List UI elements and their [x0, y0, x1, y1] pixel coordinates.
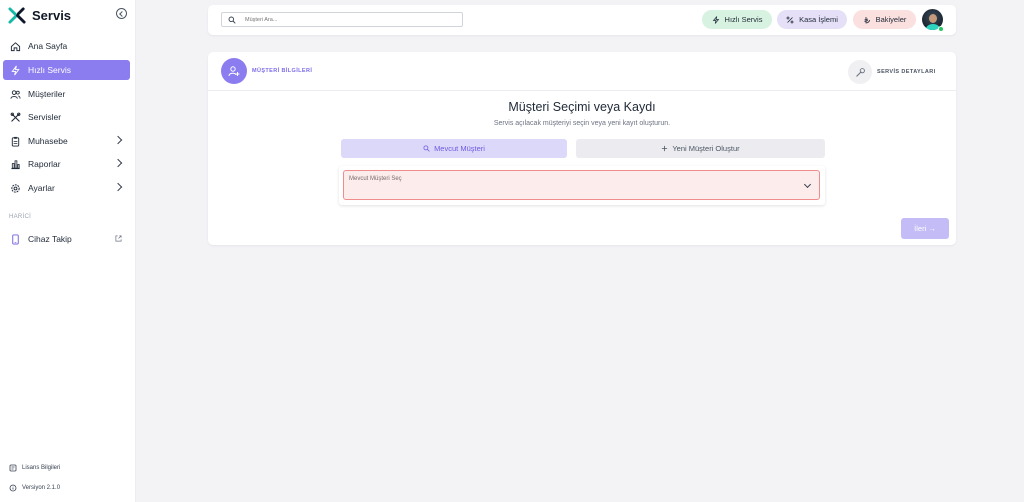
cash-operation-label: Kasa İşlemi: [799, 15, 838, 24]
cash-operation-button[interactable]: Kasa İşlemi: [777, 10, 847, 29]
search-box[interactable]: [221, 12, 463, 27]
customer-select-container: Mevcut Müşteri Seç: [339, 166, 825, 205]
step-service-circle[interactable]: [848, 60, 872, 84]
page-subtitle: Servis açılacak müşteriyi seçin veya yen…: [493, 120, 671, 127]
chevron-down-icon: [803, 180, 812, 189]
tab-new-label: Yeni Müşteri Oluştur: [672, 144, 740, 153]
sidebar-item-cihaz-takip[interactable]: Cihaz Takip: [3, 229, 130, 249]
license-info-link[interactable]: Lisans Bilgileri: [9, 464, 60, 472]
topbar: Hızlı Servis Kasa İşlemi Bakiyeler: [208, 5, 956, 35]
next-button[interactable]: İleri →: [901, 218, 949, 239]
wizard-steps: MÜŞTERİ BİLGİLERİ SERVİS DETAYLARI: [208, 52, 956, 91]
lightning-icon: [712, 15, 719, 24]
customer-select[interactable]: Mevcut Müşteri Seç: [343, 170, 820, 200]
plus-icon: [662, 145, 668, 152]
sidebar-item-raporlar[interactable]: Raporlar: [3, 154, 130, 174]
step-service-label: SERVİS DETAYLARI: [877, 69, 936, 75]
step-customer-circle[interactable]: [221, 58, 247, 84]
version-info: Versiyon 2.1.0: [9, 484, 60, 492]
sidebar-item-muhasebe[interactable]: Muhasebe: [3, 131, 130, 151]
external-link-icon: [115, 235, 122, 242]
lightning-icon: [11, 65, 20, 75]
balances-label: Bakiyeler: [875, 15, 907, 24]
service-wizard-card: MÜŞTERİ BİLGİLERİ SERVİS DETAYLARI Müşte…: [208, 52, 956, 245]
section-label-harici: HARİCİ: [9, 214, 32, 220]
sidebar-item-musteriler[interactable]: Müşteriler: [3, 84, 130, 104]
search-icon: [423, 145, 430, 152]
online-status-dot: [938, 26, 944, 32]
tools-icon: [10, 112, 21, 122]
user-plus-icon: [228, 66, 240, 77]
tab-existing-label: Mevcut Müşteri: [434, 144, 485, 153]
info-icon: [9, 484, 17, 492]
chevron-right-icon: [113, 158, 123, 168]
sidebar-item-label: Raporlar: [28, 159, 61, 169]
brand[interactable]: Servis: [8, 4, 71, 26]
quick-service-button[interactable]: Hızlı Servis: [702, 10, 772, 29]
lira-icon: [863, 16, 870, 23]
sidebar-item-label: Cihaz Takip: [28, 234, 72, 244]
balances-button[interactable]: Bakiyeler: [853, 10, 916, 29]
sidebar-item-label: Servisler: [28, 112, 62, 122]
sidebar-item-label: Muhasebe: [28, 136, 68, 146]
sidebar-item-servisler[interactable]: Servisler: [3, 107, 130, 127]
license-info-label: Lisans Bilgileri: [22, 465, 61, 471]
brand-name: Servis: [32, 7, 72, 23]
home-icon: [10, 41, 21, 51]
version-label: Versiyon 2.1.0: [22, 485, 61, 491]
sidebar-item-ayarlar[interactable]: Ayarlar: [3, 178, 130, 198]
chevron-right-icon: [113, 135, 123, 145]
percent-icon: [786, 16, 794, 23]
users-icon: [10, 89, 21, 99]
step-customer-label: MÜŞTERİ BİLGİLERİ: [252, 68, 313, 74]
phone-icon: [12, 233, 19, 245]
sidebar-item-label: Müşteriler: [28, 89, 66, 99]
license-icon: [9, 464, 17, 472]
sidebar-item-label: Hızlı Servis: [28, 65, 71, 75]
sidebar-item-hizli-servis[interactable]: Hızlı Servis: [3, 60, 130, 80]
wrench-icon: [855, 67, 865, 77]
tab-existing-customer[interactable]: Mevcut Müşteri: [341, 139, 567, 158]
collapse-sidebar-icon[interactable]: [116, 8, 127, 19]
gear-icon: [11, 183, 20, 193]
sidebar-item-ana-sayfa[interactable]: Ana Sayfa: [3, 36, 130, 56]
page-title: Müşteri Seçimi veya Kaydı: [508, 100, 656, 114]
sidebar-item-label: Ana Sayfa: [28, 41, 68, 51]
clipboard-icon: [11, 136, 20, 147]
sidebar-item-label: Ayarlar: [28, 183, 55, 193]
chevron-right-icon: [113, 182, 123, 192]
sidebar: Servis Ana Sayfa Hızlı Servis Müşteriler…: [0, 0, 136, 502]
customer-select-placeholder: Mevcut Müşteri Seç: [349, 176, 402, 182]
quick-service-label: Hızlı Servis: [724, 15, 763, 24]
bar-chart-icon: [11, 159, 20, 169]
tab-new-customer[interactable]: Yeni Müşteri Oluştur: [576, 139, 825, 158]
logo-icon: [8, 6, 26, 24]
search-input[interactable]: [245, 16, 445, 23]
search-icon: [228, 16, 236, 24]
